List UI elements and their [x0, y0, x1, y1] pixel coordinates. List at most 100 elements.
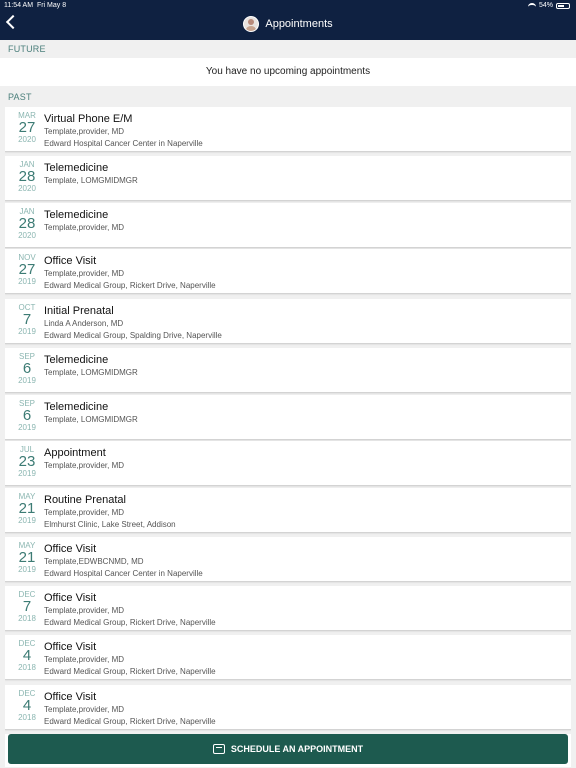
past-section-header: PAST	[8, 92, 32, 102]
appointment-year: 2018	[18, 614, 36, 623]
appointment-day: 7	[22, 311, 32, 328]
appointment-date: MAY 21 2019	[15, 541, 39, 574]
appointment-card[interactable]: MAY 21 2019 Routine Prenatal Template,pr…	[5, 488, 571, 533]
avatar	[243, 16, 260, 32]
appointment-location: Edward Hospital Cancer Center in Napervi…	[44, 139, 203, 148]
schedule-appointment-button[interactable]: SCHEDULE AN APPOINTMENT	[8, 734, 568, 764]
appointment-card[interactable]: JAN 28 2020 Telemedicine Template,provid…	[5, 203, 571, 248]
appointment-provider: Template,provider, MD	[44, 655, 125, 664]
page-title: Appointments	[0, 16, 576, 32]
appointment-year: 2020	[18, 231, 36, 240]
appointment-day: 23	[18, 453, 36, 470]
appointment-location: Edward Medical Group, Spalding Drive, Na…	[44, 331, 222, 340]
appointment-card[interactable]: OCT 7 2019 Initial Prenatal Linda A Ande…	[5, 299, 571, 344]
appointment-location: Edward Medical Group, Rickert Drive, Nap…	[44, 281, 216, 290]
appointment-title: Office Visit	[44, 255, 97, 267]
appointment-provider: Template, LOMGMIDMGR	[44, 176, 138, 185]
appointment-year: 2020	[18, 184, 36, 193]
wifi-icon	[527, 2, 536, 9]
appointment-provider: Template,provider, MD	[44, 705, 125, 714]
appointment-title: Office Visit	[44, 691, 97, 703]
appointment-card[interactable]: SEP 6 2019 Telemedicine Template, LOMGMI…	[5, 395, 571, 440]
appointment-card[interactable]: DEC 4 2018 Office Visit Template,provide…	[5, 685, 571, 730]
appointment-info: Telemedicine Template, LOMGMIDMGR	[44, 400, 561, 426]
appointment-card[interactable]: JAN 28 2020 Telemedicine Template, LOMGM…	[5, 156, 571, 201]
appointment-title: Virtual Phone E/M	[44, 113, 133, 125]
appointment-title: Office Visit	[44, 641, 97, 653]
appointment-date: OCT 7 2019	[15, 303, 39, 336]
appointment-info: Telemedicine Template,provider, MD	[44, 208, 561, 234]
appointment-year: 2019	[18, 516, 36, 525]
appointment-provider: Template, LOMGMIDMGR	[44, 415, 138, 424]
appointment-info: Office Visit Template,provider, MD Edwar…	[44, 254, 561, 292]
battery-icon	[556, 2, 570, 9]
appointment-title: Telemedicine	[44, 401, 109, 413]
appointment-year: 2019	[18, 327, 36, 336]
appointment-card[interactable]: MAY 21 2019 Office Visit Template,EDWBCN…	[5, 537, 571, 582]
appointment-info: Office Visit Template,provider, MD Edwar…	[44, 591, 561, 629]
appointment-provider: Template,provider, MD	[44, 127, 125, 136]
appointment-title: Telemedicine	[44, 354, 109, 366]
appointment-provider: Template,provider, MD	[44, 269, 125, 278]
appointment-info: Office Visit Template,provider, MD Edwar…	[44, 690, 561, 728]
appointment-day: 4	[22, 647, 32, 664]
battery-percentage: 54%	[538, 2, 553, 9]
appointment-title: Telemedicine	[44, 162, 109, 174]
appointment-date: JAN 28 2020	[15, 160, 39, 193]
status-bar: 11:54 AM Fri May 8 54%	[0, 0, 576, 12]
appointment-provider: Template,provider, MD	[44, 461, 125, 470]
appointment-date: SEP 6 2019	[15, 352, 39, 385]
appointment-info: Appointment Template,provider, MD	[44, 446, 561, 472]
appointment-date: DEC 4 2018	[15, 689, 39, 722]
appointment-info: Office Visit Template,provider, MD Edwar…	[44, 640, 561, 678]
appointment-title: Telemedicine	[44, 209, 109, 221]
appointment-day: 28	[18, 168, 36, 185]
appointment-date: JUL 23 2019	[15, 445, 39, 478]
appointment-date: MAY 21 2019	[15, 492, 39, 525]
appointment-title: Appointment	[44, 447, 106, 459]
appointment-provider: Template, LOMGMIDMGR	[44, 368, 138, 377]
appointment-info: Initial Prenatal Linda A Anderson, MD Ed…	[44, 304, 561, 342]
appointment-date: DEC 7 2018	[15, 590, 39, 623]
appointment-title: Routine Prenatal	[44, 494, 126, 506]
appointment-date: SEP 6 2019	[15, 399, 39, 432]
appointment-card[interactable]: SEP 6 2019 Telemedicine Template, LOMGMI…	[5, 348, 571, 393]
appointment-location: Edward Medical Group, Rickert Drive, Nap…	[44, 667, 216, 676]
appointment-info: Routine Prenatal Template,provider, MD E…	[44, 493, 561, 531]
appointment-info: Office Visit Template,EDWBCNMD, MD Edwar…	[44, 542, 561, 580]
appointment-card[interactable]: MAR 27 2020 Virtual Phone E/M Template,p…	[5, 107, 571, 152]
status-time: 11:54 AM Fri May 8	[4, 2, 67, 9]
appointment-day: 6	[22, 407, 32, 424]
appointment-year: 2019	[18, 423, 36, 432]
appointment-year: 2018	[18, 663, 36, 672]
navigation-bar: 11:54 AM Fri May 8 54% Appointments	[0, 0, 576, 40]
appointment-day: 21	[18, 500, 36, 517]
appointment-day: 28	[18, 215, 36, 232]
title-text: Appointments	[265, 18, 333, 30]
no-upcoming-message: You have no upcoming appointments	[0, 58, 576, 86]
appointment-card[interactable]: NOV 27 2019 Office Visit Template,provid…	[5, 249, 571, 294]
appointment-year: 2019	[18, 376, 36, 385]
appointment-provider: Template,provider, MD	[44, 508, 125, 517]
schedule-button-label: SCHEDULE AN APPOINTMENT	[230, 744, 364, 754]
appointment-title: Office Visit	[44, 592, 97, 604]
appointment-title: Office Visit	[44, 543, 97, 555]
appointment-year: 2020	[18, 135, 36, 144]
appointment-date: NOV 27 2019	[15, 253, 39, 286]
appointment-card[interactable]: JUL 23 2019 Appointment Template,provide…	[5, 441, 571, 486]
appointment-info: Virtual Phone E/M Template,provider, MD …	[44, 112, 561, 150]
future-section-header: FUTURE	[8, 44, 46, 54]
appointment-year: 2019	[18, 277, 36, 286]
appointment-info: Telemedicine Template, LOMGMIDMGR	[44, 161, 561, 187]
appointment-date: DEC 4 2018	[15, 639, 39, 672]
appointments-list[interactable]: MAR 27 2020 Virtual Phone E/M Template,p…	[5, 107, 571, 767]
appointment-year: 2019	[18, 469, 36, 478]
appointment-year: 2019	[18, 565, 36, 574]
appointment-day: 27	[18, 119, 36, 136]
appointment-card[interactable]: DEC 7 2018 Office Visit Template,provide…	[5, 586, 571, 631]
appointment-card[interactable]: DEC 4 2018 Office Visit Template,provide…	[5, 635, 571, 680]
appointment-provider: Linda A Anderson, MD	[44, 319, 124, 328]
appointment-day: 6	[22, 360, 32, 377]
appointment-info: Telemedicine Template, LOMGMIDMGR	[44, 353, 561, 379]
appointment-year: 2018	[18, 713, 36, 722]
